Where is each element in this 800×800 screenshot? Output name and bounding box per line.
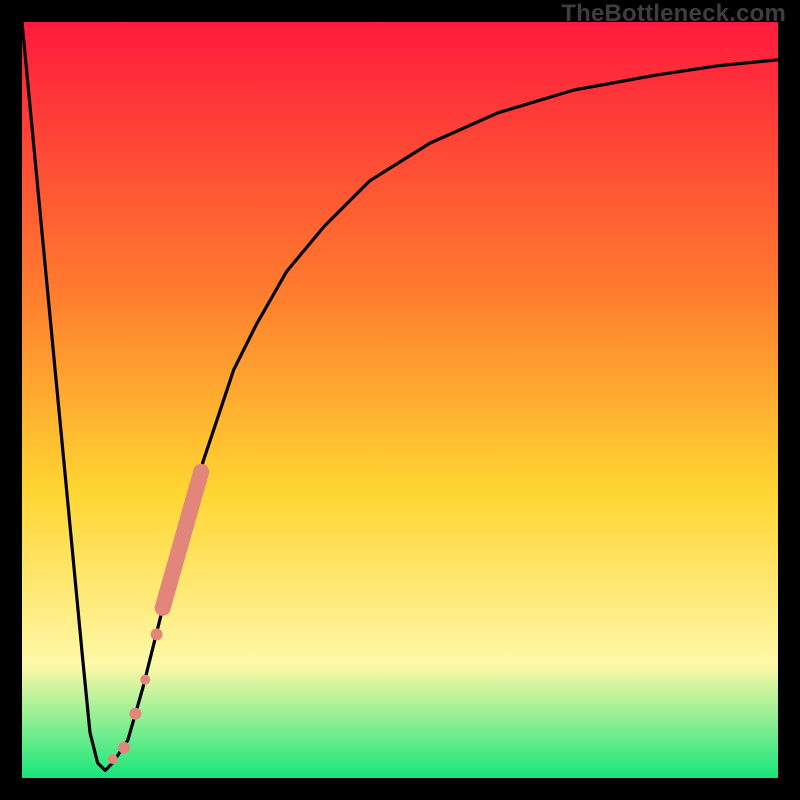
gradient-background xyxy=(22,22,778,778)
data-marker xyxy=(140,675,150,685)
data-marker xyxy=(108,754,118,764)
data-marker xyxy=(151,628,163,640)
plot-area xyxy=(22,22,778,778)
chart-frame: TheBottleneck.com xyxy=(0,0,800,800)
chart-svg xyxy=(22,22,778,778)
data-marker xyxy=(118,742,130,754)
data-marker xyxy=(129,708,141,720)
watermark-text: TheBottleneck.com xyxy=(561,0,786,28)
